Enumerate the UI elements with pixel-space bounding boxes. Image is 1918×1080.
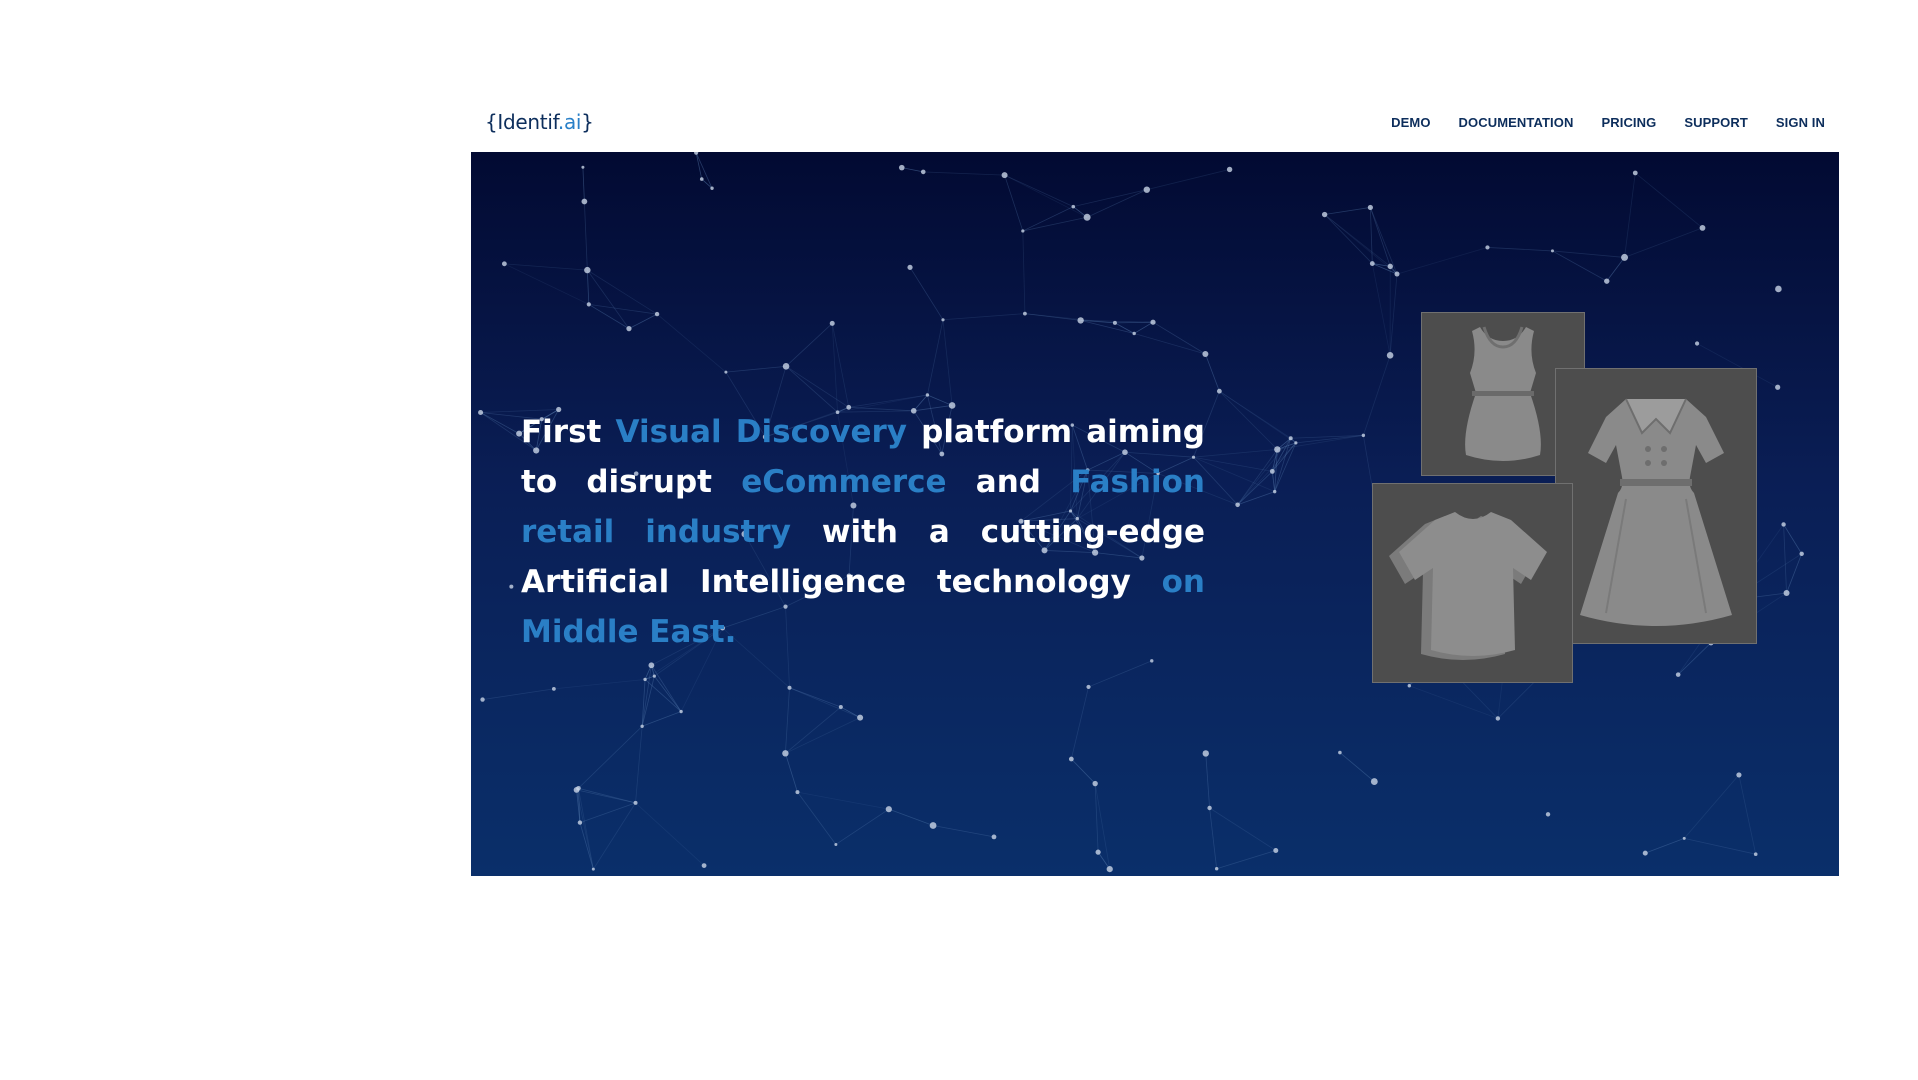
nav-pricing[interactable]: PRICING	[1601, 115, 1656, 130]
hero-headline: First Visual Discovery platform aiming t…	[521, 407, 1205, 657]
nav-support[interactable]: SUPPORT	[1684, 115, 1748, 130]
dress-icon	[1580, 398, 1732, 626]
site-header: {Identif.ai} DEMO DOCUMENTATION PRICING …	[471, 96, 1839, 152]
headline-highlight: eCommerce	[741, 464, 947, 500]
tshirt-icon	[1389, 512, 1547, 660]
logo-text: {Identif	[485, 110, 558, 134]
brand-logo[interactable]: {Identif.ai}	[485, 110, 594, 134]
logo-close: }	[581, 110, 594, 134]
hero-section: First Visual Discovery platform aiming t…	[471, 152, 1839, 876]
logo-accent: .ai	[557, 110, 582, 134]
nav-demo[interactable]: DEMO	[1391, 115, 1430, 130]
product-card-tshirt	[1372, 483, 1573, 683]
main-nav: DEMO DOCUMENTATION PRICING SUPPORT SIGN …	[1391, 115, 1825, 130]
nav-sign-in[interactable]: SIGN IN	[1776, 115, 1825, 130]
nav-documentation[interactable]: DOCUMENTATION	[1459, 115, 1574, 130]
headline-text: and	[946, 464, 1071, 500]
headline-text: First	[521, 414, 616, 450]
website: {Identif.ai} DEMO DOCUMENTATION PRICING …	[471, 96, 1839, 876]
product-card-dress	[1555, 368, 1757, 644]
headline-highlight: Visual Discovery	[615, 414, 908, 450]
